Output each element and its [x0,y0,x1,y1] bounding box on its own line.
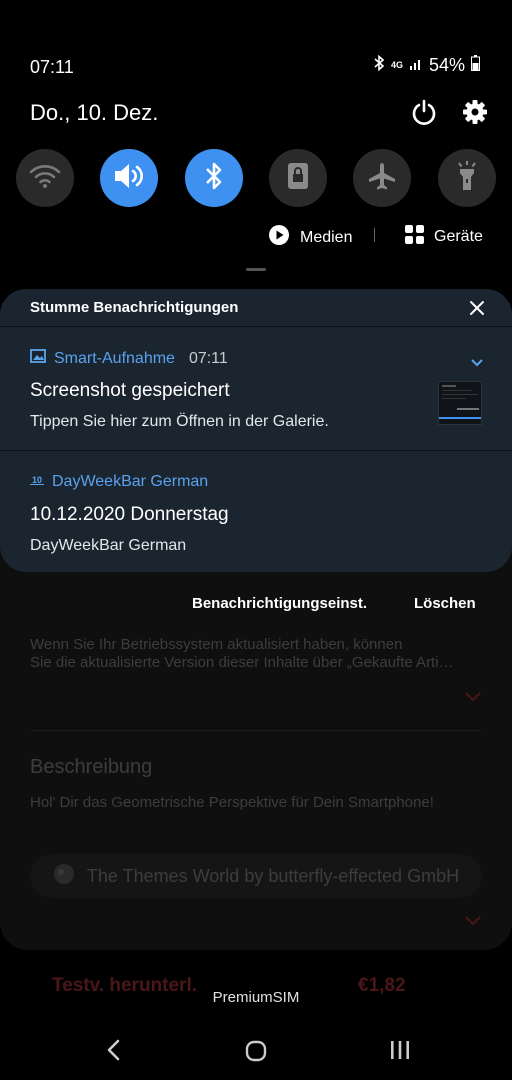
close-icon[interactable] [468,299,486,317]
background-publisher-name: The Themes World by butterfly-effected G… [86,865,460,886]
notification-1-app: Smart-Aufnahme [54,349,175,367]
screen-lock-toggle[interactable] [269,149,327,207]
notification-1-text[interactable]: Tippen Sie hier zum Öffnen in der Galeri… [30,413,329,431]
media-button[interactable]: Medien [268,224,352,251]
bluetooth-toggle[interactable] [185,149,243,207]
notification-2-app: DayWeekBar German [52,473,209,490]
background-expand-icon-2 [464,914,482,932]
notification-divider [0,450,512,451]
notification-2-title[interactable]: 10.12.2020 Donnerstag [30,504,229,526]
bluetooth-icon [204,161,224,196]
notification-settings-button[interactable]: Benachrichtigungseinst. [192,595,367,612]
drag-handle[interactable] [246,268,266,271]
notification-1-time: 07:11 [188,349,228,367]
status-icons: 4G 54% [373,54,480,76]
notification-1-header[interactable]: Smart-Aufnahme 07:11 [30,349,228,368]
section-title: Stumme Benachrichtigungen [30,299,239,316]
devices-button[interactable]: Geräte [404,224,483,250]
notification-1-title[interactable]: Screenshot gespeichert [30,380,230,402]
section-divider [0,326,512,327]
back-icon[interactable] [104,1038,124,1067]
status-time: 07:11 [30,57,74,77]
settings-gear-icon[interactable] [461,98,489,126]
calendar-day-icon: 10 [30,475,44,485]
devices-grid-icon [404,224,425,250]
network-type: 4G [390,60,403,70]
airplane-toggle[interactable] [353,149,411,207]
flashlight-toggle[interactable] [438,149,496,207]
signal-icon [409,55,423,76]
date-label: Do., 10. Dez. [30,100,159,125]
notification-2-text[interactable]: DayWeekBar German [30,537,186,555]
background-description-text: Hol' Dir das Geometrische Perspektive fü… [30,794,434,811]
clear-all-button[interactable]: Löschen [414,595,476,612]
media-divider [374,228,375,242]
recent-apps-icon[interactable] [390,1040,410,1065]
carrier-label: PremiumSIM [212,989,300,1006]
notification-2-header[interactable]: 10 DayWeekBar German [30,473,208,491]
play-icon [268,224,290,251]
background-update-text-2: Sie die aktualisierte Version dieser Inh… [30,654,454,671]
speaker-icon [112,162,146,195]
flashlight-icon [456,160,478,197]
power-icon[interactable] [410,98,438,126]
background-update-text-1: Wenn Sie Ihr Betriebssystem aktualisiert… [30,636,403,653]
globe-icon [53,863,75,890]
sound-toggle[interactable] [100,149,158,207]
airplane-icon [367,161,397,196]
battery-icon [471,55,480,76]
background-description-title: Beschreibung [30,756,153,778]
wifi-toggle[interactable] [16,149,74,207]
silent-notifications-card: Stumme Benachrichtigungen Smart-Aufnahme… [0,289,512,572]
bluetooth-status-icon [373,54,385,76]
background-expand-icon [464,690,482,708]
screenshot-thumbnail[interactable] [438,381,482,425]
home-icon[interactable] [245,1040,267,1067]
rotation-lock-icon [286,161,310,196]
chevron-down-icon[interactable] [470,355,484,373]
devices-label: Geräte [434,228,483,245]
battery-percent: 54% [428,55,465,75]
background-publisher-pill: The Themes World by butterfly-effected G… [30,854,482,898]
media-label: Medien [300,228,353,246]
gallery-icon [30,349,46,368]
wifi-icon [29,163,61,194]
background-divider [30,730,482,731]
